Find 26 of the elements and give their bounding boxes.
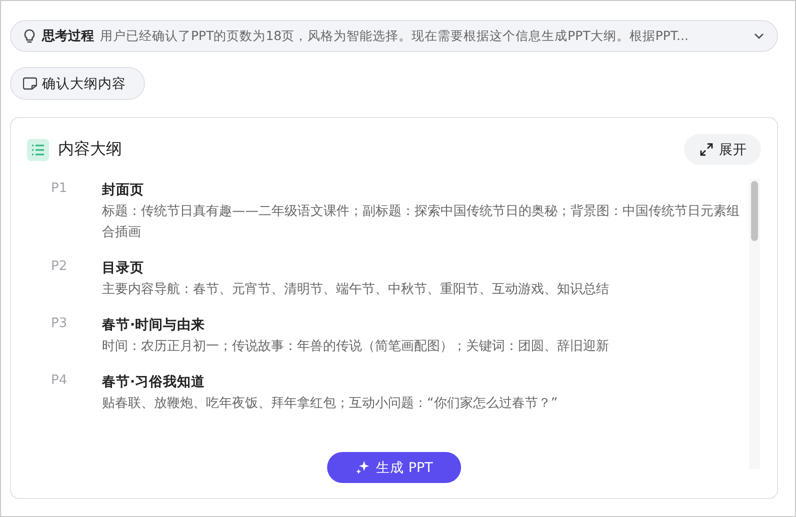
- slide-title: 春节·时间与由来: [102, 316, 206, 335]
- scrollbar[interactable]: [749, 179, 760, 469]
- chevron-icon[interactable]: [753, 32, 765, 40]
- expand-button[interactable]: 展开: [684, 134, 761, 165]
- slide-description: 贴春联、放鞭炮、吃年夜饭、拜年拿红包；互动小问题：“你们家怎么过春节？”: [102, 395, 559, 413]
- confirm-outline-button[interactable]: 确认大纲内容: [10, 67, 145, 100]
- page-number: P2: [51, 258, 68, 276]
- card-icon: [23, 77, 37, 90]
- lightbulb-icon: [23, 28, 36, 44]
- slide-description: 时间：农历正月初一；传说故事：年兽的传说（简笔画配图）；关键词：团圆、辞旧迎新: [102, 338, 610, 356]
- generate-ppt-button[interactable]: 生成 PPT: [327, 452, 461, 483]
- slide-title: 封面页: [102, 181, 145, 200]
- slide-title: 春节·习俗我知道: [102, 373, 206, 392]
- thinking-summary: 用户已经确认了PPT的页数为18页，风格为智能选择。现在需要根据这个信息生成PPT大纲。根据PPT...: [100, 28, 690, 44]
- page-number: P3: [51, 315, 68, 333]
- slide-title: 目录页: [102, 259, 145, 278]
- thinking-label: 思考过程: [42, 28, 94, 45]
- page-number: P1: [51, 180, 68, 198]
- sparkle-icon: [355, 460, 370, 475]
- page-number: P4: [51, 372, 68, 390]
- list-icon: [27, 138, 49, 160]
- slide-description: 主要内容导航：春节、元宵节、清明节、端午节、中秋节、重阳节、互动游戏、知识总结: [102, 281, 610, 299]
- outline-title: 内容大纲: [58, 139, 123, 160]
- thinking-bar[interactable]: 思考过程 用户已经确认了PPT的页数为18页，风格为智能选择。现在需要根据这个信息生成PPT大纲。根据PPT...: [10, 20, 778, 52]
- slide-description: 标题：传统节日真有趣——二年级语文课件；副标题：探索中国传统节日的奥秘；背景图：中国传统节日元素组合插画: [102, 203, 740, 242]
- expand-icon: [700, 143, 713, 156]
